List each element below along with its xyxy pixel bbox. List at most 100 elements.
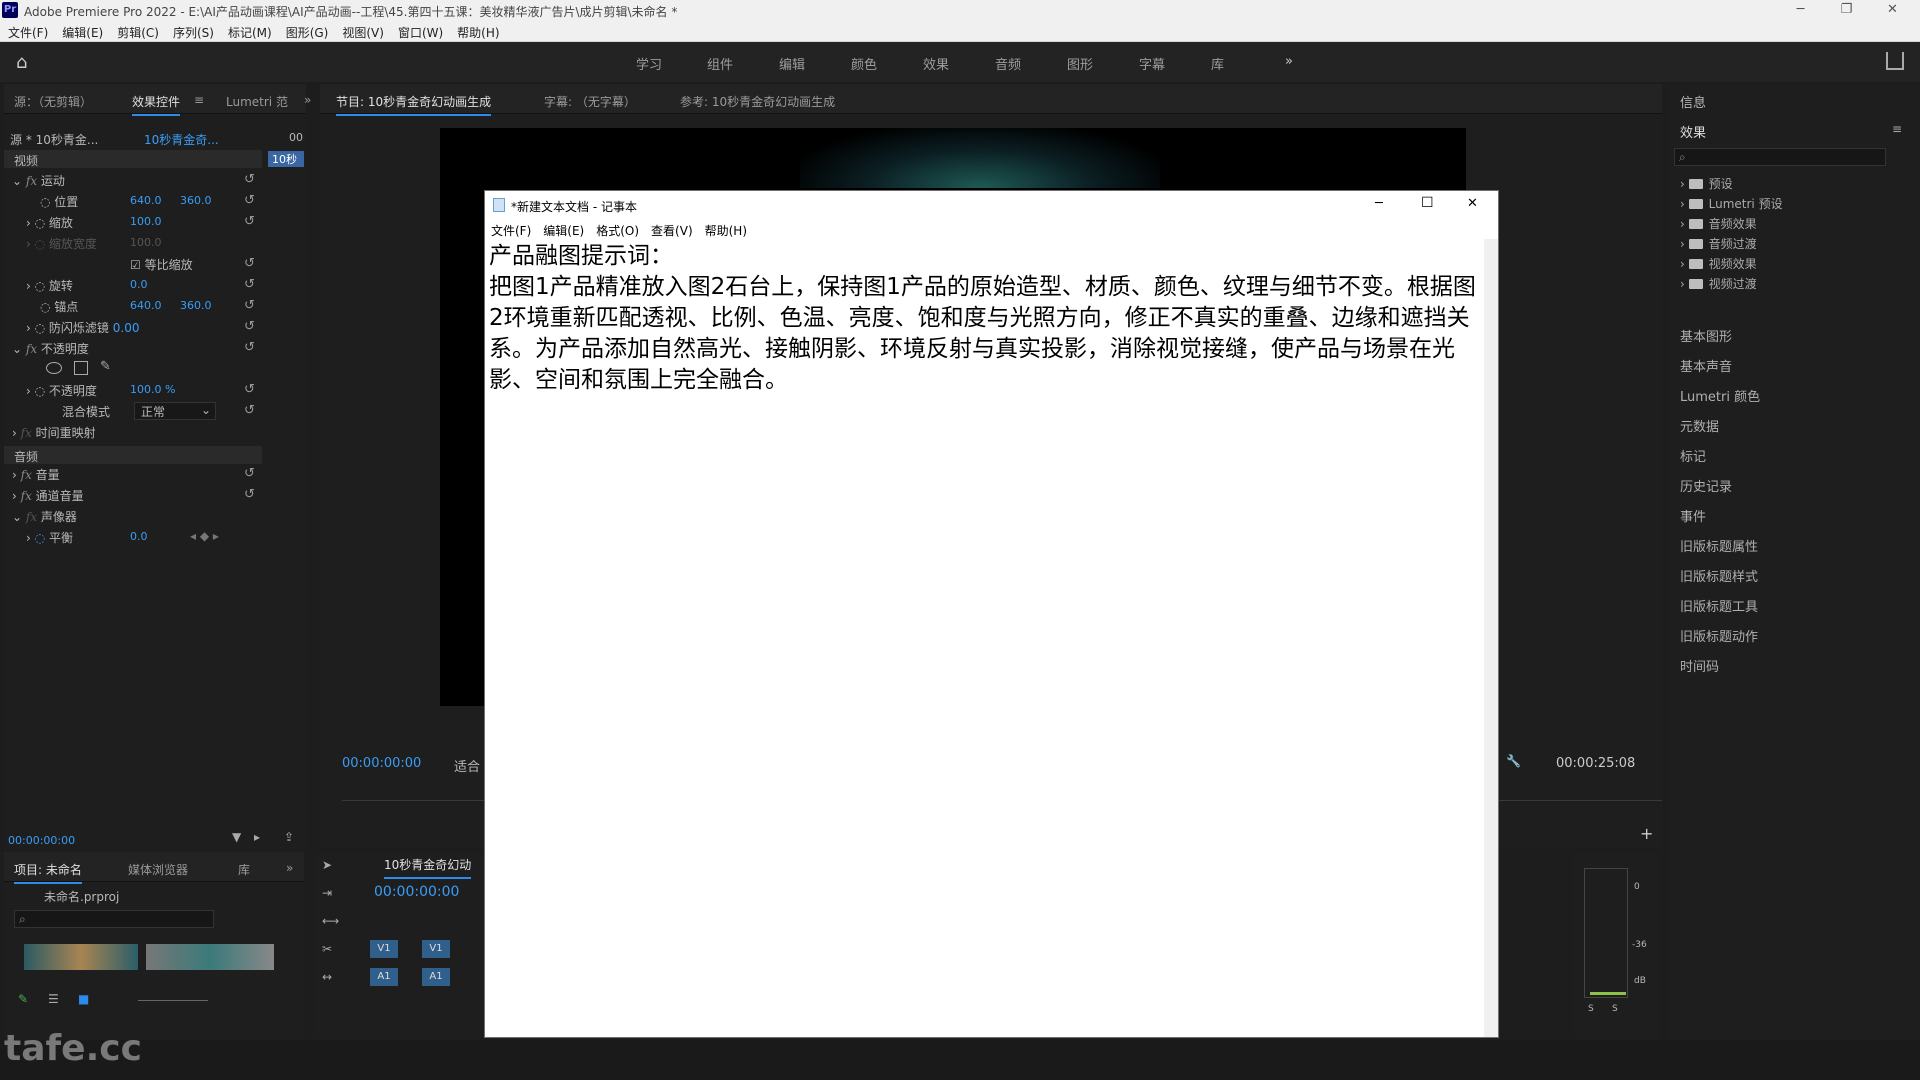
icon-view-icon[interactable]: ■ [78,992,89,1006]
reset-icon[interactable]: ↺ [244,256,255,271]
anchor-x-value[interactable]: 640.0 [130,299,162,312]
sequence-clip-link[interactable]: 10秒青金奇... [144,131,219,148]
tree-audio-effects[interactable]: › 音频效果 [1680,215,1757,232]
export-icon[interactable]: ⇪ [284,830,294,844]
maximize-button[interactable]: ❐ [1824,0,1869,20]
share-icon[interactable] [1886,52,1904,70]
reset-icon[interactable]: ↺ [244,172,255,187]
slip-tool-icon[interactable]: ↔ [322,970,332,984]
panel-legacy-title-actions[interactable]: 旧版标题动作 [1680,626,1758,645]
reset-icon[interactable]: ↺ [244,403,255,418]
notepad-minimize-button[interactable]: ─ [1375,196,1383,211]
position-y-value[interactable]: 360.0 [180,194,212,207]
panel-legacy-title-styles[interactable]: 旧版标题样式 [1680,566,1758,585]
workspace-editing[interactable]: 编辑 [779,54,805,73]
panner-effect-row[interactable]: ⌄ fx 声像器 [12,508,77,528]
tab-timeline-sequence[interactable]: 10秒青金奇幻动 [384,856,472,879]
workspace-color[interactable]: 颜色 [851,54,877,73]
zoom-slider[interactable] [138,1000,208,1001]
notepad-text-area[interactable]: 产品融图提示词： 把图1产品精准放入图2石台上，保持图1产品的原始造型、材质、颜… [489,241,1479,1031]
notepad-maximize-button[interactable]: ☐ [1421,195,1434,211]
rectangle-mask-icon[interactable] [74,361,88,375]
tab-project[interactable]: 项目: 未命名 [14,861,82,884]
razor-tool-icon[interactable]: ✂ [322,942,332,956]
tree-video-effects[interactable]: › 视频效果 [1680,255,1757,272]
tab-overflow[interactable]: » [286,861,293,875]
workspace-assembly[interactable]: 组件 [707,54,733,73]
workspace-graphics[interactable]: 图形 [1067,54,1093,73]
notepad-menu-file[interactable]: 文件(F) [485,219,537,239]
notepad-menu-view[interactable]: 查看(V) [645,219,699,239]
volume-effect-row[interactable]: › fx 音量 [12,466,60,486]
reset-icon[interactable]: ↺ [244,382,255,397]
notepad-close-button[interactable]: ✕ [1467,196,1478,211]
notepad-scrollbar[interactable] [1484,239,1498,1037]
panel-history[interactable]: 历史记录 [1680,476,1732,495]
tab-overflow[interactable]: » [304,93,311,107]
pen-mask-icon[interactable]: ✎ [100,359,111,374]
workspace-libraries[interactable]: 库 [1211,54,1224,73]
info-panel-title[interactable]: 信息 [1680,92,1706,111]
tab-reference[interactable]: 参考: 10秒青金奇幻动画生成 [680,93,835,110]
clip-thumbnail[interactable] [24,944,138,970]
panel-markers[interactable]: 标记 [1680,446,1706,465]
workspace-effects[interactable]: 效果 [923,54,949,73]
track-v1-target[interactable]: V1 [422,940,450,958]
reset-icon[interactable]: ↺ [244,319,255,334]
reset-icon[interactable]: ↺ [244,277,255,292]
motion-effect-row[interactable]: ⌄ fx 运动 [12,172,65,192]
project-search-input[interactable]: ⌕ [14,910,214,928]
anchor-y-value[interactable]: 360.0 [180,299,212,312]
timeline-timecode[interactable]: 00:00:00:00 [374,884,459,900]
home-icon[interactable]: ⌂ [16,52,38,73]
panel-legacy-title-properties[interactable]: 旧版标题属性 [1680,536,1758,555]
panel-lumetri-color[interactable]: Lumetri 颜色 [1680,386,1760,405]
tree-presets[interactable]: › 预设 [1680,175,1733,192]
menu-graphics[interactable]: 图形(G) [278,20,335,41]
track-select-tool-icon[interactable]: ⇥ [322,886,332,900]
reset-icon[interactable]: ↺ [244,340,255,355]
tab-effect-controls[interactable]: 效果控件 [132,93,181,116]
tab-source[interactable]: 源：（无剪辑） [14,93,92,110]
notepad-menu-format[interactable]: 格式(O) [590,219,645,239]
fit-select[interactable]: 适合 [454,756,480,775]
ellipse-mask-icon[interactable] [46,362,62,374]
reset-icon[interactable]: ↺ [244,466,255,481]
ripple-edit-tool-icon[interactable]: ⟷ [322,914,339,928]
tab-libraries[interactable]: 库 [238,861,250,878]
settings-wrench-icon[interactable]: 🔧 [1506,754,1521,768]
channel-volume-row[interactable]: › fx 通道音量 [12,487,84,507]
panel-menu-icon[interactable]: ≡ [194,93,204,107]
tab-program[interactable]: 节目: 10秒青金奇幻动画生成 [336,93,492,116]
panel-essential-graphics[interactable]: 基本图形 [1680,326,1732,345]
panel-essential-sound[interactable]: 基本声音 [1680,356,1732,375]
panel-events[interactable]: 事件 [1680,506,1706,525]
reset-icon[interactable]: ↺ [244,193,255,208]
menu-help[interactable]: 帮助(H) [449,20,505,41]
menu-window[interactable]: 窗口(W) [390,20,449,41]
menu-clip[interactable]: 剪辑(C) [109,20,165,41]
tree-audio-transitions[interactable]: › 音频过渡 [1680,235,1757,252]
balance-value[interactable]: 0.0 [130,530,148,543]
tree-video-transitions[interactable]: › 视频过渡 [1680,275,1757,292]
track-v1-source[interactable]: V1 [370,940,398,958]
sequence-thumbnail[interactable] [146,944,274,970]
effects-panel-title[interactable]: 效果 [1680,122,1706,141]
track-a1-target[interactable]: A1 [422,968,450,986]
source-clip-select[interactable]: 源 * 10秒青金... [10,131,98,148]
flicker-value[interactable]: 0.00 [113,321,140,335]
workspace-learn[interactable]: 学习 [636,54,662,73]
selection-tool-icon[interactable]: ➤ [322,858,332,872]
minimize-button[interactable]: ─ [1778,0,1823,20]
list-view-icon[interactable]: ☰ [48,992,59,1006]
tab-lumetri-scopes[interactable]: Lumetri 范 [226,93,288,110]
solo-left-button[interactable]: S [1588,1004,1594,1014]
scale-value[interactable]: 100.0 [130,215,162,228]
solo-right-button[interactable]: S [1612,1004,1618,1014]
menu-edit[interactable]: 编辑(E) [54,20,109,41]
play-audio-icon[interactable]: ▸ [254,830,260,844]
opacity-value[interactable]: 100.0 % [130,383,175,396]
blend-mode-select[interactable]: 正常 ⌄ [134,402,216,420]
add-button-icon[interactable]: + [1640,824,1653,843]
notepad-menu-edit[interactable]: 编辑(E) [537,219,590,239]
